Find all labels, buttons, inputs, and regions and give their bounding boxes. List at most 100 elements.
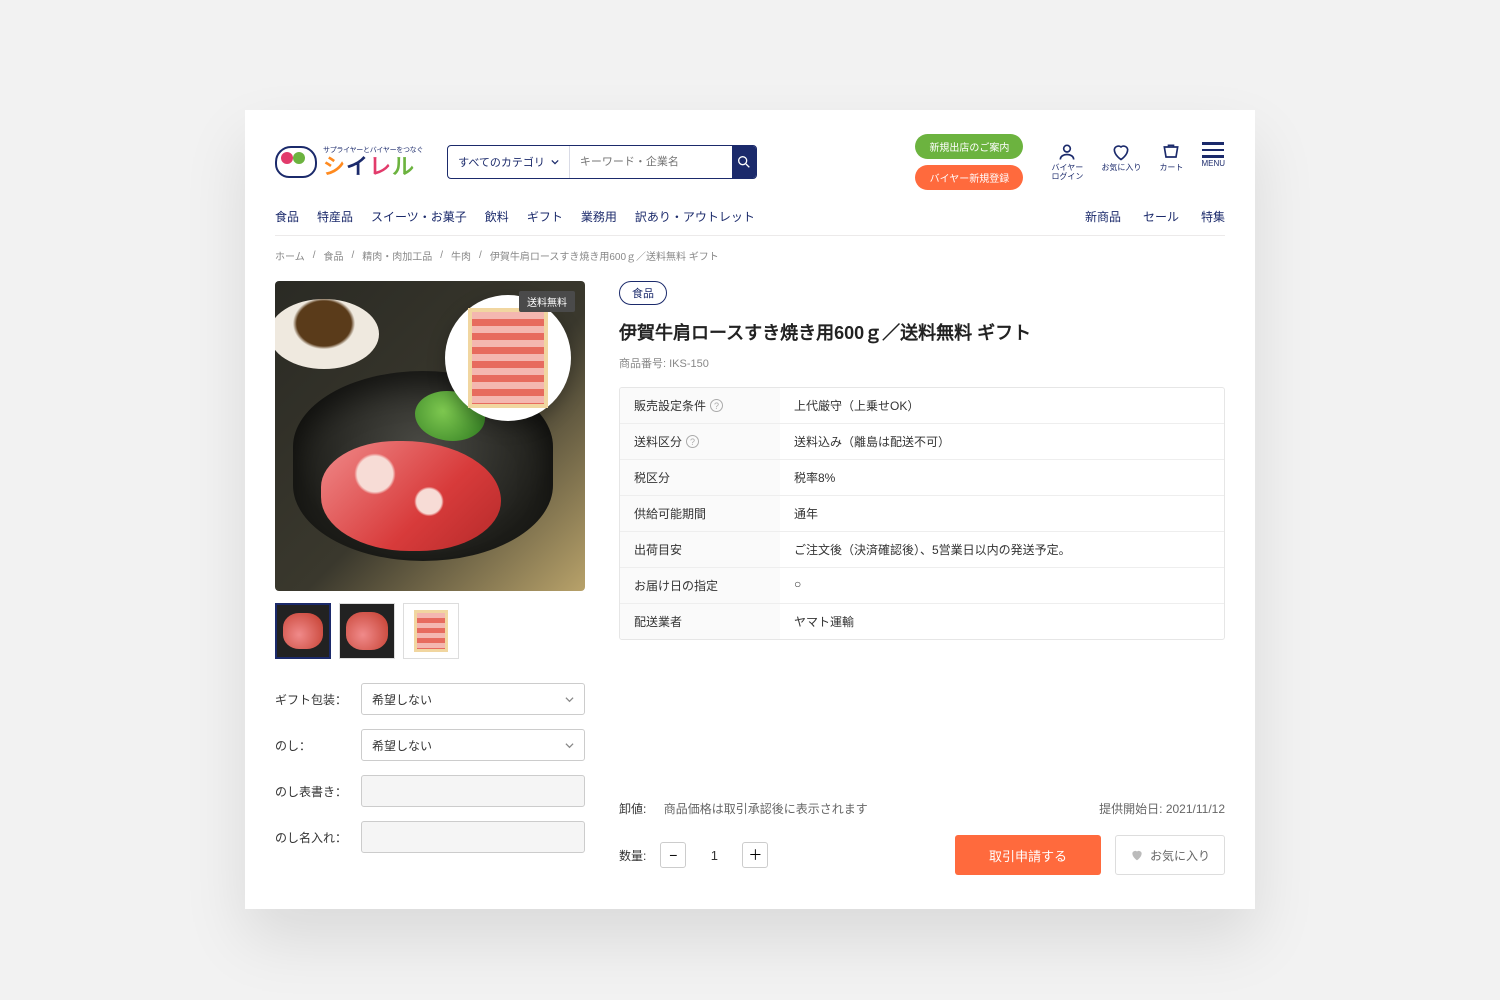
search-button[interactable] [732,146,756,178]
product-options: ギフト包装： 希望しない のし： 希望しない のし表書き： [275,683,585,853]
favorites-link[interactable]: お気に入り [1101,142,1141,182]
wholesale-note: 商品価格は取引承認後に表示されます [664,802,868,816]
noshi-label: のし： [275,737,351,754]
spec-key: 送料区分 [634,433,682,450]
qty-increment-button[interactable]: ＋ [742,842,768,868]
help-icon[interactable]: ? [686,435,699,448]
nav-item[interactable]: 特産品 [317,208,353,225]
spec-key: 出荷目安 [620,532,780,567]
breadcrumb-item[interactable]: 食品 [323,248,343,263]
logo[interactable]: サプライヤーとバイヤーをつなぐ シイレル [275,146,423,178]
logo-name: シイレル [323,156,423,178]
spec-key: 税区分 [620,460,780,495]
header-icons: バイヤー ログイン お気に入り カート MENU [1051,142,1225,182]
chevron-down-icon [551,158,559,166]
nav-item[interactable]: セール [1143,208,1179,225]
nav-item[interactable]: 飲料 [485,208,509,225]
breadcrumb-item[interactable]: 牛肉 [451,248,471,263]
breadcrumb-current: 伊賀牛肩ロースすき焼き用600ｇ／送料無料 ギフト [490,248,719,263]
cart-icon [1160,142,1182,162]
nav-item[interactable]: スイーツ・お菓子 [371,208,467,225]
noshi-text-label: のし表書き： [275,783,351,800]
product-main: 送料無料 ギフト包装： 希望しない のし： 希望しない [275,281,1225,875]
nav-item[interactable]: 業務用 [581,208,617,225]
thumbnail-row [275,603,585,659]
product-number-value: IKS-150 [669,358,709,370]
new-store-button[interactable]: 新規出店のご案内 [915,134,1023,159]
search-bar: すべてのカテゴリ [447,145,757,179]
nav-item[interactable]: 食品 [275,208,299,225]
quantity-stepper: − 1 ＋ [660,842,768,868]
quantity-label: 数量: [619,847,646,864]
header: サプライヤーとバイヤーをつなぐ シイレル すべてのカテゴリ 新規出店のご案内 バ… [275,134,1225,190]
breadcrumb-item[interactable]: 精肉・肉加工品 [362,248,432,263]
search-icon [736,154,752,170]
logo-tagline: サプライヤーとバイヤーをつなぐ [323,147,423,154]
buyer-register-button[interactable]: バイヤー新規登録 [915,165,1023,190]
noshi-name-label: のし名入れ： [275,829,351,846]
spec-key: 配送業者 [620,604,780,639]
spec-value: ご注文後（決済確認後）、5営業日以内の発送予定。 [780,532,1224,567]
nav-item[interactable]: 新商品 [1085,208,1121,225]
page-frame: サプライヤーとバイヤーをつなぐ シイレル すべてのカテゴリ 新規出店のご案内 バ… [245,110,1255,909]
help-icon[interactable]: ? [710,399,723,412]
spec-value: ○ [780,568,1224,603]
offer-start-date: 提供開始日: 2021/11/12 [1099,800,1225,817]
category-chip[interactable]: 食品 [619,281,667,305]
heart-icon [1110,142,1132,162]
favorite-button[interactable]: お気に入り [1115,835,1225,875]
offer-start-label: 提供開始日: [1099,802,1162,816]
qty-decrement-button[interactable]: − [660,842,686,868]
buyer-login-link[interactable]: バイヤー ログイン [1051,142,1083,182]
spec-value: 上代厳守（上乗せOK） [780,388,1224,423]
menu-button[interactable]: MENU [1201,142,1225,182]
product-detail-column: 食品 伊賀牛肩ロースすき焼き用600ｇ／送料無料 ギフト 商品番号: IKS-1… [619,281,1225,875]
menu-label: MENU [1201,160,1225,169]
spec-key: お届け日の指定 [620,568,780,603]
noshi-text-input[interactable] [361,775,585,807]
noshi-value: 希望しない [372,737,432,754]
heart-icon [1130,848,1144,862]
product-title: 伊賀牛肩ロースすき焼き用600ｇ／送料無料 ギフト [619,319,1225,345]
gift-wrap-label: ギフト包装： [275,691,351,708]
search-category-dropdown[interactable]: すべてのカテゴリ [448,146,570,178]
noshi-select[interactable]: 希望しない [361,729,585,761]
new-store-label: 新規出店のご案内 [929,143,1009,154]
buyer-register-label: バイヤー新規登録 [930,174,1010,185]
search-input[interactable] [570,146,732,178]
noshi-name-input[interactable] [361,821,585,853]
nav-item[interactable]: ギフト [527,208,563,225]
spec-value: 通年 [780,496,1224,531]
apply-transaction-button[interactable]: 取引申請する [955,835,1101,875]
chevron-down-icon [565,741,574,750]
product-number-label: 商品番号: [619,358,666,370]
qty-value: 1 [694,848,734,863]
image-decor [275,299,379,369]
login-label: バイヤー ログイン [1051,164,1083,182]
favorite-label: お気に入り [1150,847,1210,864]
wholesale-label: 卸値: [619,802,646,816]
thumbnail[interactable] [339,603,395,659]
action-row: 数量: − 1 ＋ 取引申請する お気に入り [619,835,1225,875]
logo-cloud-icon [275,146,317,178]
product-main-image[interactable]: 送料無料 [275,281,585,591]
spec-table: 販売設定条件?上代厳守（上乗せOK） 送料区分?送料込み（離島は配送不可） 税区… [619,387,1225,640]
spec-key: 販売設定条件 [634,397,706,414]
breadcrumb-item[interactable]: ホーム [275,248,305,263]
thumbnail[interactable] [403,603,459,659]
product-gallery-column: 送料無料 ギフト包装： 希望しない のし： 希望しない [275,281,585,875]
category-nav: 食品 特産品 スイーツ・お菓子 飲料 ギフト 業務用 訳あり・アウトレット 新商… [275,208,1225,236]
breadcrumb: ホーム/ 食品/ 精肉・肉加工品/ 牛肉/ 伊賀牛肩ロースすき焼き用600ｇ／送… [275,248,1225,263]
gift-wrap-select[interactable]: 希望しない [361,683,585,715]
cart-label: カート [1159,164,1183,173]
spec-value: ヤマト運輸 [780,604,1224,639]
user-icon [1056,142,1078,162]
nav-item[interactable]: 特集 [1201,208,1225,225]
hamburger-icon [1202,142,1224,158]
image-inset [445,295,571,421]
thumbnail[interactable] [275,603,331,659]
product-number: 商品番号: IKS-150 [619,355,1225,371]
offer-start-value: 2021/11/12 [1166,802,1225,816]
cart-link[interactable]: カート [1159,142,1183,182]
nav-item[interactable]: 訳あり・アウトレット [635,208,755,225]
